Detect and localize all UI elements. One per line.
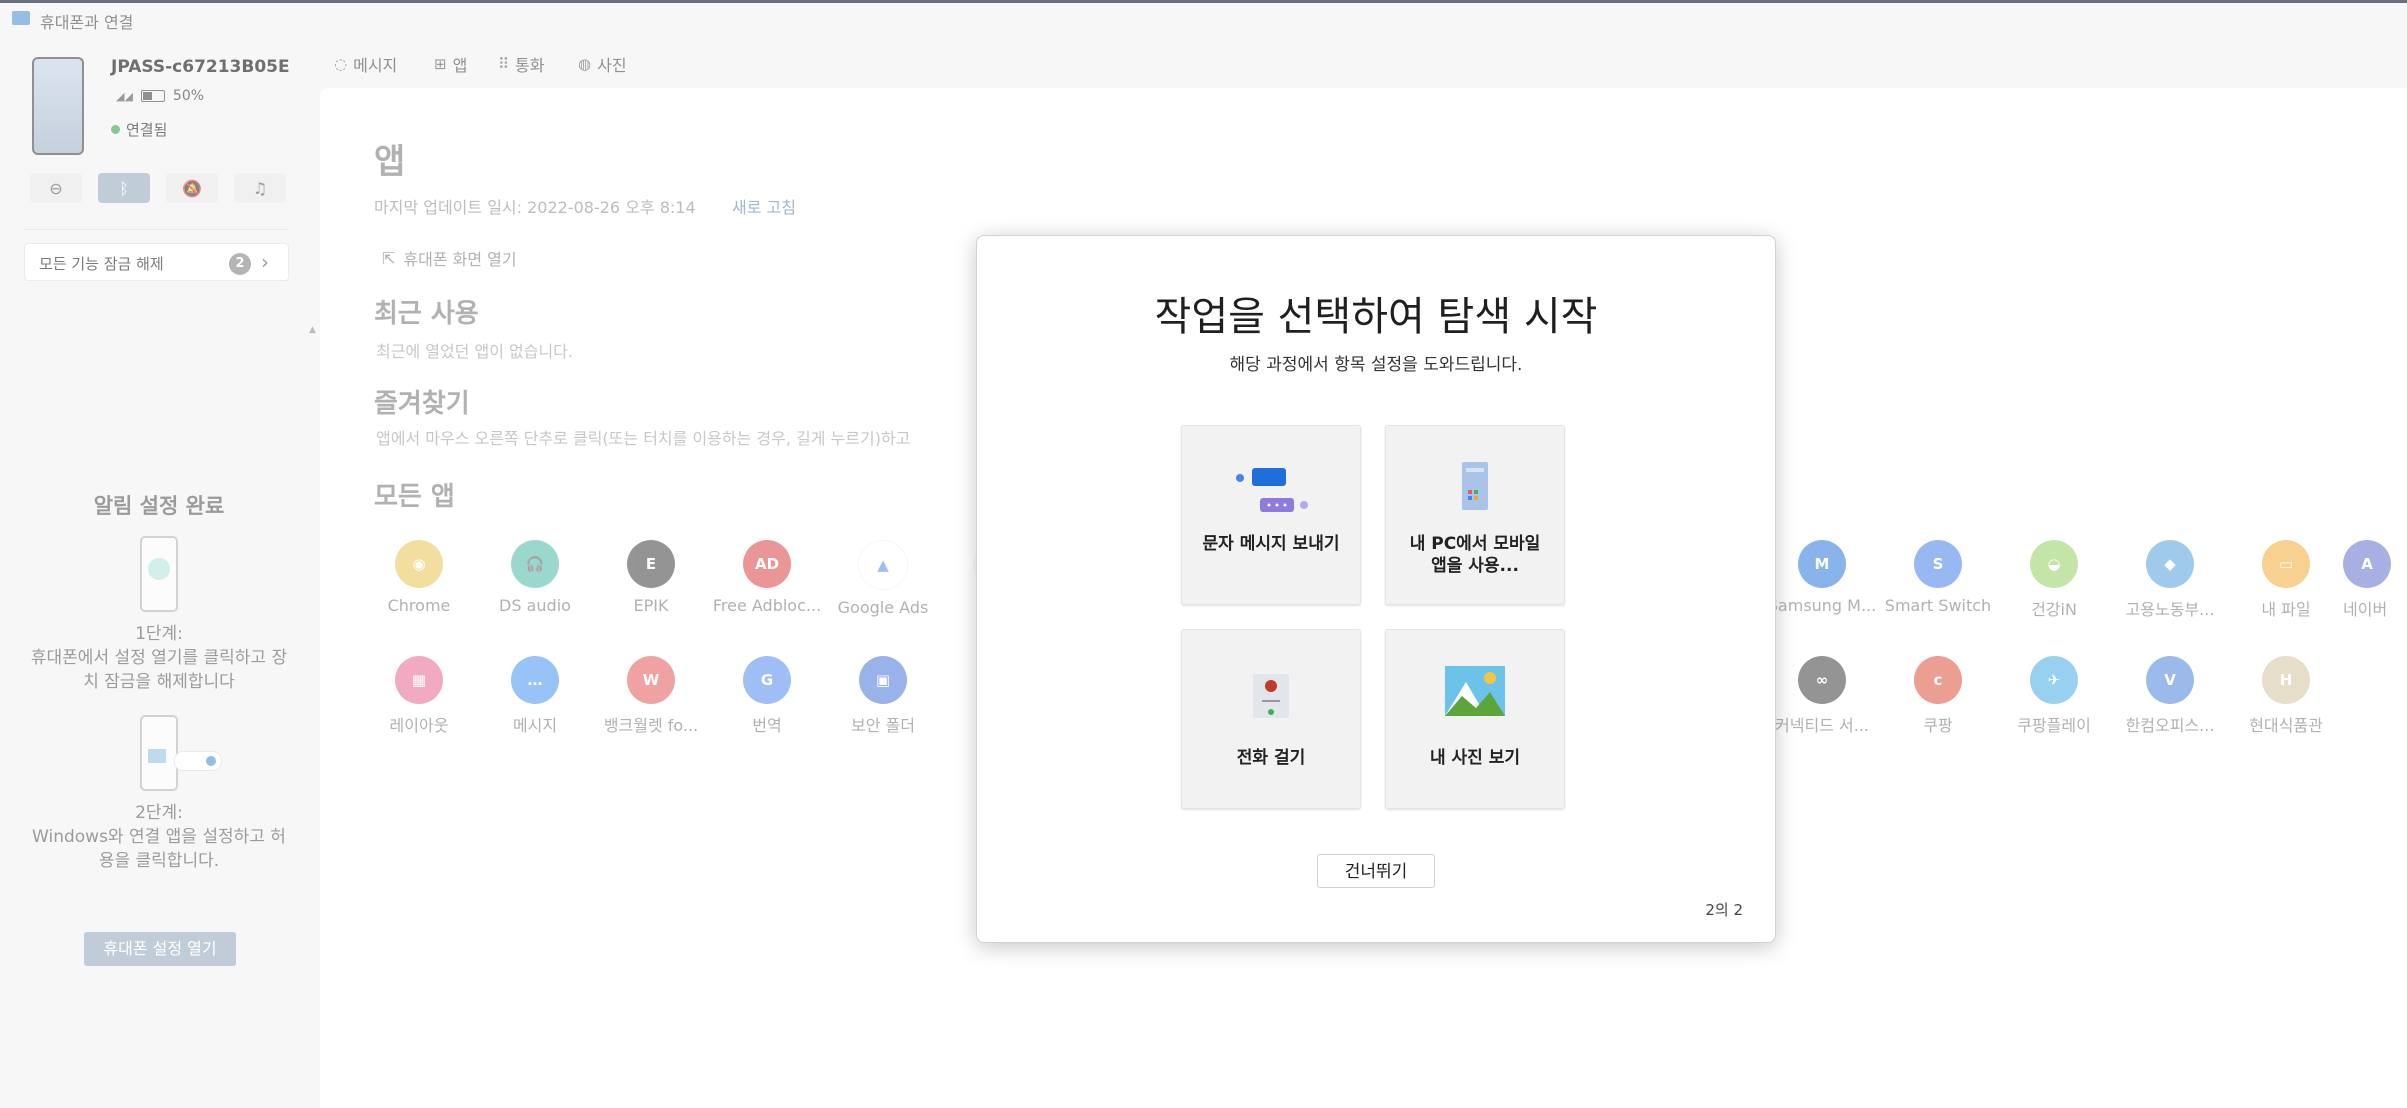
card-use-mobile-apps-label: 내 PC에서 모바일 앱을 사용... <box>1409 534 1541 576</box>
phone-apps-illustration-icon <box>1462 462 1488 510</box>
onboarding-dialog: 작업을 선택하여 탐색 시작 해당 과정에서 항목 설정을 도와드립니다. 문자… <box>976 235 1776 943</box>
card-send-messages-label: 문자 메시지 보내기 <box>1202 534 1340 554</box>
dialog-subtitle: 해당 과정에서 항목 설정을 도와드립니다. <box>1229 355 1523 375</box>
card-make-calls-label: 전화 걸기 <box>1236 748 1306 768</box>
messages-illustration-icon <box>1236 468 1308 512</box>
photos-illustration-icon <box>1445 666 1505 716</box>
dialog-title: 작업을 선택하여 탐색 시작 <box>1154 294 1598 340</box>
skip-button[interactable]: 건너뛰기 <box>1317 854 1435 888</box>
call-illustration-icon <box>1253 674 1289 718</box>
card-view-photos[interactable]: 내 사진 보기 <box>1385 629 1565 809</box>
card-make-calls[interactable]: 전화 걸기 <box>1181 629 1361 809</box>
card-send-messages[interactable]: 문자 메시지 보내기 <box>1181 425 1361 605</box>
card-view-photos-label: 내 사진 보기 <box>1429 748 1521 768</box>
page-indicator: 2의 2 <box>1705 901 1743 919</box>
card-use-mobile-apps[interactable]: 내 PC에서 모바일 앱을 사용... <box>1385 425 1565 605</box>
